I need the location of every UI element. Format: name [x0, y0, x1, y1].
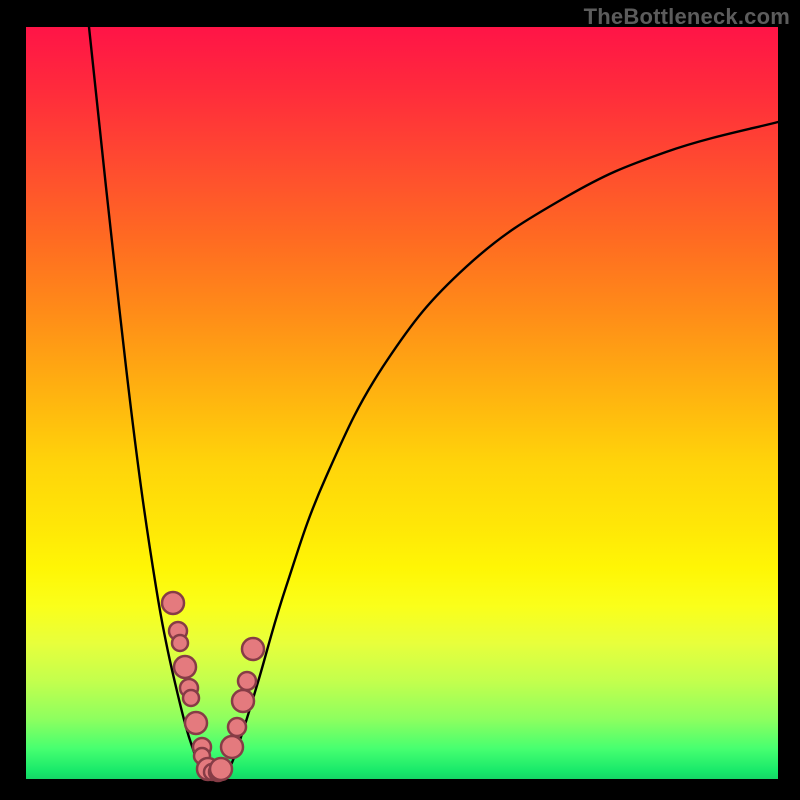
- data-bead: [221, 736, 243, 758]
- data-bead: [232, 690, 254, 712]
- data-bead: [210, 758, 232, 780]
- data-bead: [172, 635, 188, 651]
- data-bead: [162, 592, 184, 614]
- data-bead: [185, 712, 207, 734]
- data-bead: [228, 718, 246, 736]
- data-bead: [238, 672, 256, 690]
- data-bead: [183, 690, 199, 706]
- data-beads-group: [162, 592, 264, 781]
- data-bead: [174, 656, 196, 678]
- chart-plot-area: [26, 27, 778, 779]
- chart-svg: [26, 27, 778, 779]
- data-bead: [242, 638, 264, 660]
- outer-frame: TheBottleneck.com: [0, 0, 800, 800]
